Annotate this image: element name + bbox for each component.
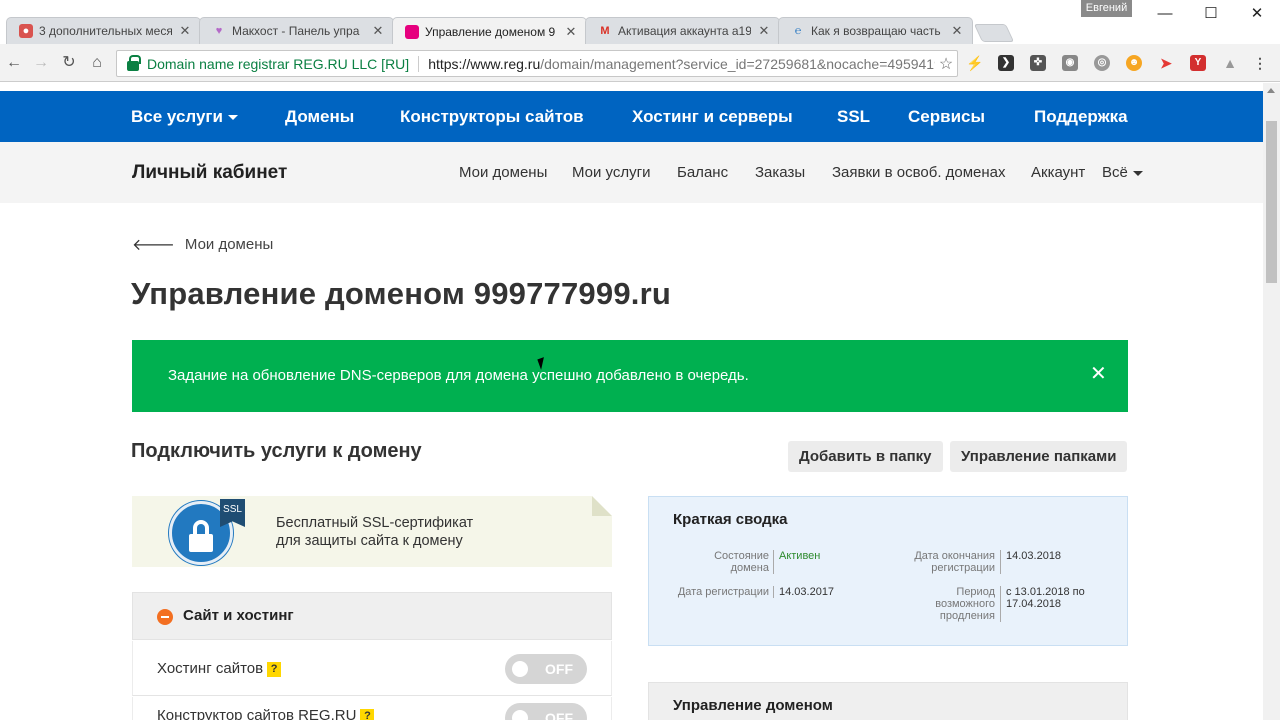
alert-message: Задание на обновление DNS-серверов для д… [168, 367, 749, 384]
browser-tab-active[interactable]: Управление доменом 9 ✕ [392, 17, 587, 45]
forward-arrow-icon[interactable]: → [31, 54, 51, 74]
subnav-my-domains[interactable]: Мои домены [459, 142, 547, 203]
close-icon[interactable]: ✕ [1090, 364, 1107, 384]
smiley-extension-icon[interactable]: ☻ [1126, 55, 1142, 71]
browser-tab[interactable]: ℮ Как я возвращаю часть ✕ [778, 17, 973, 44]
close-tab-icon[interactable]: ✕ [950, 23, 964, 39]
account-title[interactable]: Личный кабинет [132, 142, 287, 203]
nav-support[interactable]: Поддержка [1034, 91, 1128, 142]
ssl-badge-icon: SSL [220, 499, 245, 527]
secure-site-label: Domain name registrar REG.RU LLC [RU] [147, 55, 410, 72]
subnav-orders[interactable]: Заказы [755, 142, 805, 203]
collapse-minus-icon [157, 609, 173, 625]
subnav-freed-domains[interactable]: Заявки в освоб. доменах [832, 142, 1006, 203]
subnav-my-services[interactable]: Мои услуги [572, 142, 651, 203]
help-icon[interactable]: ? [267, 661, 282, 677]
site-builder-toggle[interactable]: OFF [505, 703, 587, 720]
close-tab-icon[interactable]: ✕ [178, 23, 192, 39]
arrow-left-icon: 🡐 [132, 237, 175, 254]
caret-down-icon [227, 115, 238, 121]
home-icon[interactable]: ⌂ [87, 54, 107, 74]
bookmark-star-icon[interactable]: ☆ [935, 54, 957, 74]
reg-date-label: Дата регистрации [677, 586, 769, 598]
regru-favicon-icon [405, 24, 419, 39]
minimize-icon[interactable]: — [1142, 0, 1188, 26]
domain-management-panel: Управление доменом [648, 682, 1128, 720]
nav-all-services[interactable]: Все услуги [131, 91, 238, 142]
drive-extension-icon[interactable]: ▲ [1222, 55, 1238, 71]
nav-domains[interactable]: Домены [285, 91, 354, 142]
new-tab-button[interactable] [973, 24, 1015, 42]
free-ssl-promo[interactable]: SSL Бесплатный SSL-сертификат для защиты… [132, 496, 612, 567]
page-title: Управление доменом 999777999.ru [131, 276, 671, 311]
services-heading: Подключить услуги к домену [131, 440, 422, 462]
lightning-extension-icon[interactable]: ⚡ [966, 55, 983, 71]
close-tab-icon[interactable]: ✕ [564, 24, 578, 40]
main-navigation: Все услуги Домены Конструкторы сайтов Хо… [0, 91, 1263, 142]
close-tab-icon[interactable]: ✕ [757, 23, 771, 39]
browser-tab[interactable]: M Активация аккаунта a19 ✕ [585, 17, 780, 44]
nav-ssl[interactable]: SSL [837, 91, 870, 142]
tab-favicon-icon: ● [19, 24, 33, 38]
browser-tab[interactable]: ● 3 дополнительных меся ✕ [6, 17, 201, 44]
lock-icon [127, 54, 141, 71]
nav-hosting[interactable]: Хостинг и серверы [632, 91, 793, 142]
site-favicon-icon: ℮ [794, 25, 802, 37]
browser-titlebar: ● 3 дополнительных меся ✕ ♥ Макхост - Па… [0, 0, 1280, 45]
subnav-balance[interactable]: Баланс [677, 142, 728, 203]
subnav-account[interactable]: Аккаунт [1031, 142, 1085, 203]
reload-icon[interactable]: ↻ [59, 54, 79, 74]
renewal-period-label: Период возможного продления [935, 586, 995, 622]
help-icon[interactable]: ? [360, 708, 375, 720]
maximize-icon[interactable]: ☐ [1188, 0, 1234, 26]
extension-icon[interactable]: ❯ [998, 55, 1014, 71]
manage-folders-button[interactable]: Управление папками [950, 441, 1128, 472]
scroll-up-icon[interactable] [1267, 88, 1275, 93]
extension-icon[interactable]: ✜ [1030, 55, 1046, 71]
subnav-all[interactable]: Всё [1102, 142, 1143, 203]
browser-user-badge[interactable]: Евгений [1081, 0, 1132, 17]
camera-extension-icon[interactable]: ◉ [1062, 55, 1078, 71]
site-hosting-section-header[interactable]: Сайт и хостинг [132, 592, 612, 640]
status-label: Состояние домена [714, 550, 769, 574]
browser-tab[interactable]: ♥ Макхост - Панель упра ✕ [199, 17, 394, 44]
close-window-icon[interactable]: ✕ [1234, 0, 1280, 26]
caret-down-icon [1132, 170, 1143, 176]
hosting-toggle[interactable]: OFF [505, 654, 587, 684]
scrollbar-thumb[interactable] [1266, 121, 1277, 283]
domain-management-title: Управление доменом [673, 697, 833, 714]
back-arrow-icon[interactable]: ← [4, 54, 24, 74]
nav-services[interactable]: Сервисы [908, 91, 985, 142]
send-extension-icon[interactable]: ➤ [1158, 55, 1174, 71]
globe-extension-icon[interactable]: ◎ [1094, 55, 1110, 71]
back-to-domains-link[interactable]: 🡐 Мои домены [132, 234, 273, 255]
close-tab-icon[interactable]: ✕ [371, 23, 385, 39]
browser-menu-icon[interactable]: ⋮ [1252, 55, 1268, 71]
success-alert: Задание на обновление DNS-серверов для д… [132, 340, 1128, 412]
service-row-site-builder: Конструктор сайтов REG.RU? OFF [132, 697, 612, 720]
expiry-label: Дата окончания регистрации [914, 550, 995, 574]
add-to-folder-button[interactable]: Добавить в папку [788, 441, 943, 472]
gmail-icon: M [600, 25, 610, 37]
summary-panel: Краткая сводка Состояние домена Активен … [648, 496, 1128, 646]
address-bar[interactable]: Domain name registrar REG.RU LLC [RU] ht… [116, 50, 958, 77]
url-text[interactable]: https://www.reg.ru/domain/management?ser… [428, 56, 935, 72]
page-viewport: Все услуги Домены Конструкторы сайтов Хо… [0, 83, 1263, 720]
account-subnav: Личный кабинет Мои домены Мои услуги Бал… [0, 142, 1263, 203]
page-scrollbar[interactable] [1263, 83, 1280, 720]
yandex-extension-icon[interactable]: Y [1190, 55, 1206, 71]
summary-title: Краткая сводка [673, 511, 788, 528]
ssl-promo-text: Бесплатный SSL-сертификат для защиты сай… [276, 515, 474, 549]
service-row-hosting: Хостинг сайтов? OFF [132, 641, 612, 696]
heart-icon: ♥ [215, 25, 223, 37]
nav-site-builders[interactable]: Конструкторы сайтов [400, 91, 584, 142]
